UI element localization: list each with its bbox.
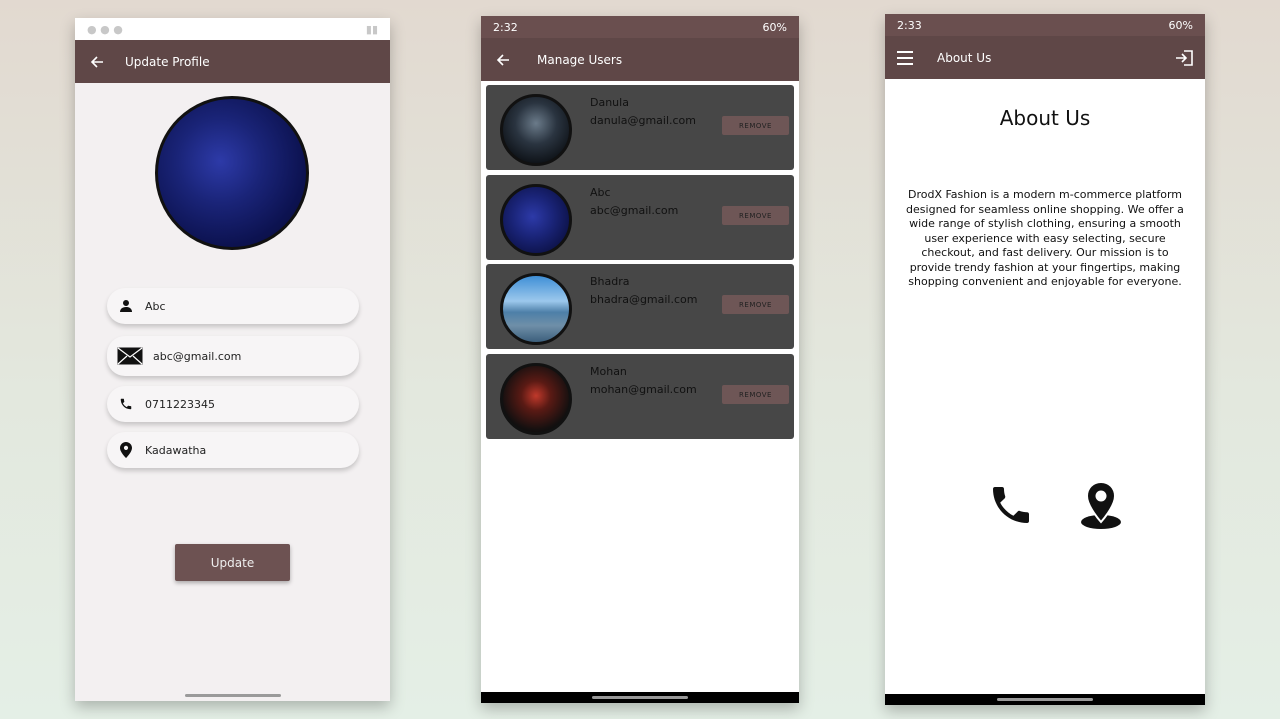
phone-icon[interactable] bbox=[987, 481, 1035, 533]
address-value: Kadawatha bbox=[145, 443, 207, 457]
user-name: Bhadra bbox=[590, 275, 630, 288]
status-time: 2:32 bbox=[493, 20, 518, 34]
remove-button[interactable]: REMOVE bbox=[722, 116, 789, 135]
page-title: Update Profile bbox=[125, 54, 210, 69]
mail-icon bbox=[117, 347, 143, 365]
user-avatar bbox=[500, 94, 572, 166]
navigation-bar bbox=[481, 692, 799, 703]
user-email: abc@gmail.com bbox=[590, 204, 679, 217]
person-icon bbox=[117, 299, 135, 313]
user-email: mohan@gmail.com bbox=[590, 383, 697, 396]
name-value: Abc bbox=[145, 299, 166, 313]
profile-avatar[interactable] bbox=[155, 96, 309, 250]
user-avatar bbox=[500, 273, 572, 345]
phone-icon bbox=[117, 397, 135, 411]
page-title: Manage Users bbox=[537, 52, 623, 67]
update-profile-screen: ● ● ● ▮▮ Update Profile Abc abc@gmail.co… bbox=[75, 18, 390, 701]
status-bar: 2:32 60% bbox=[481, 16, 799, 38]
home-indicator[interactable] bbox=[592, 696, 688, 699]
user-card: Mohan mohan@gmail.com REMOVE bbox=[486, 354, 794, 439]
navigation-bar bbox=[885, 694, 1205, 705]
back-arrow-icon[interactable] bbox=[89, 54, 105, 70]
user-avatar bbox=[500, 363, 572, 435]
user-name: Danula bbox=[590, 96, 629, 109]
about-heading: About Us bbox=[999, 106, 1091, 130]
battery-indicator: 60% bbox=[1168, 18, 1193, 32]
email-field[interactable]: abc@gmail.com bbox=[107, 336, 359, 376]
app-bar: About Us bbox=[885, 36, 1205, 79]
manage-users-screen: 2:32 60% Manage Users Danula danula@gmai… bbox=[481, 16, 799, 703]
user-card: Bhadra bhadra@gmail.com REMOVE bbox=[486, 264, 794, 349]
status-icons: ● ● ● bbox=[87, 22, 123, 36]
remove-button[interactable]: REMOVE bbox=[722, 385, 789, 404]
name-field[interactable]: Abc bbox=[107, 288, 359, 324]
phone-value: 0711223345 bbox=[145, 397, 215, 411]
remove-button[interactable]: REMOVE bbox=[722, 206, 789, 225]
status-bar: 2:33 60% bbox=[885, 14, 1205, 36]
address-field[interactable]: Kadawatha bbox=[107, 432, 359, 468]
user-email: danula@gmail.com bbox=[590, 114, 697, 127]
email-value: abc@gmail.com bbox=[153, 349, 242, 363]
app-bar: Manage Users bbox=[481, 38, 799, 81]
user-avatar bbox=[500, 184, 572, 256]
about-description: DrodX Fashion is a modern m-commerce pla… bbox=[906, 188, 1184, 288]
status-time: 2:33 bbox=[897, 18, 922, 32]
menu-icon[interactable] bbox=[897, 50, 913, 65]
update-button[interactable]: Update bbox=[175, 544, 290, 581]
page-title: About Us bbox=[937, 50, 992, 65]
user-name: Abc bbox=[590, 186, 611, 199]
location-pin-icon[interactable] bbox=[1079, 480, 1123, 534]
battery-indicator: ▮▮ bbox=[365, 22, 378, 36]
status-bar: ● ● ● ▮▮ bbox=[75, 18, 390, 40]
user-card: Abc abc@gmail.com REMOVE bbox=[486, 175, 794, 260]
user-name: Mohan bbox=[590, 365, 627, 378]
user-card: Danula danula@gmail.com REMOVE bbox=[486, 85, 794, 170]
phone-field[interactable]: 0711223345 bbox=[107, 386, 359, 422]
home-indicator[interactable] bbox=[997, 698, 1093, 701]
home-indicator[interactable] bbox=[185, 694, 281, 697]
back-arrow-icon[interactable] bbox=[495, 52, 511, 68]
app-bar: Update Profile bbox=[75, 40, 390, 83]
location-icon bbox=[117, 442, 135, 458]
battery-indicator: 60% bbox=[762, 20, 787, 34]
remove-button[interactable]: REMOVE bbox=[722, 295, 789, 314]
user-email: bhadra@gmail.com bbox=[590, 293, 698, 306]
logout-icon[interactable] bbox=[1175, 49, 1193, 66]
about-us-screen: 2:33 60% About Us About Us DrodX Fashion… bbox=[885, 14, 1205, 705]
